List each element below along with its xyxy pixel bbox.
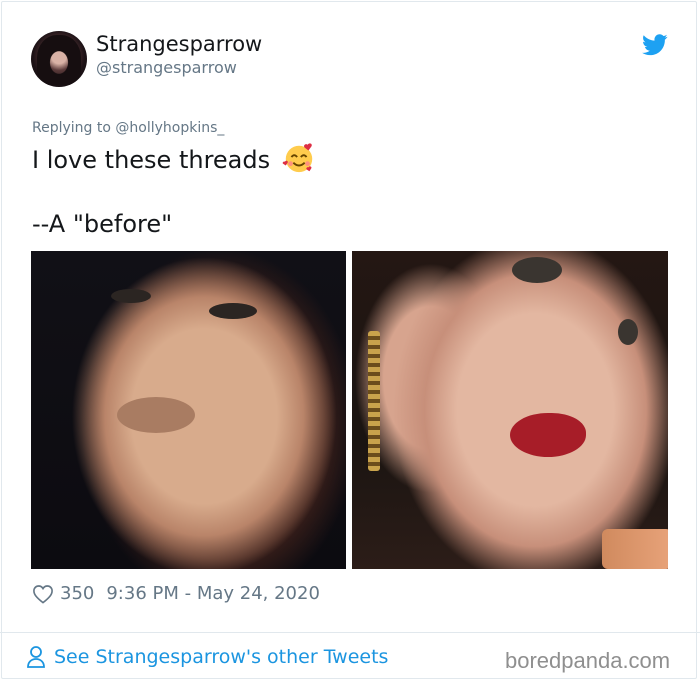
tweet-text-line1: I love these threads (32, 143, 316, 178)
photo-detail (510, 413, 586, 457)
person-icon (27, 646, 45, 668)
photo-detail (368, 331, 380, 471)
tweet-text: I love these threads (32, 146, 271, 174)
author-name[interactable]: Strangesparrow (96, 31, 262, 57)
see-other-tweets-link[interactable]: See Strangesparrow's other Tweets (26, 645, 388, 669)
tweet-timestamp[interactable]: 9:36 PM - May 24, 2020 (106, 583, 320, 605)
smiling-face-with-hearts-icon (282, 143, 312, 173)
tweet-meta: 350 9:36 PM - May 24, 2020 (32, 583, 320, 605)
tweet-photo-right[interactable] (352, 251, 668, 569)
photo-detail (618, 319, 638, 345)
tweet-text-line2: --A "before" (32, 210, 173, 238)
replying-to-prefix: Replying to (32, 120, 116, 136)
tweet-photo-left[interactable] (31, 251, 346, 569)
photo-detail (602, 529, 668, 569)
author-handle[interactable]: @strangesparrow (96, 58, 237, 78)
avatar-photo-detail (37, 35, 81, 85)
photo-detail (111, 289, 151, 303)
like-count[interactable]: 350 (60, 583, 94, 605)
photo-detail (117, 397, 195, 433)
photo-detail (209, 303, 257, 319)
boredpanda-watermark: boredpanda.com (505, 648, 671, 673)
heart-icon[interactable] (32, 584, 54, 604)
replying-to: Replying to @hollyhopkins_ (32, 119, 224, 137)
reply-mention-link[interactable]: @hollyhopkins_ (115, 120, 224, 136)
photo-detail (512, 257, 562, 283)
author-avatar[interactable] (31, 31, 87, 87)
see-other-tweets-label[interactable]: See Strangesparrow's other Tweets (54, 645, 388, 669)
divider (0, 632, 700, 633)
twitter-bird-icon[interactable] (642, 34, 668, 56)
